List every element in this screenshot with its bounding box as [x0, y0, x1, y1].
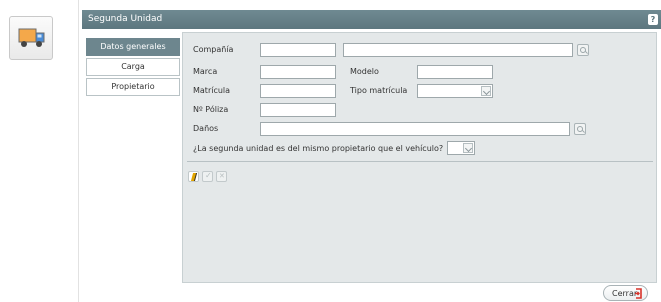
- help-icon[interactable]: ?: [648, 14, 658, 25]
- marca-label: Marca: [193, 67, 218, 76]
- modelo-label: Modelo: [350, 67, 379, 76]
- compania-code-input[interactable]: [260, 43, 336, 57]
- form-area: Compañía Marca Modelo Matrícula Tipo mat…: [182, 32, 657, 283]
- danos-label: Daños: [193, 124, 219, 133]
- exit-icon: [635, 288, 642, 299]
- matricula-input[interactable]: [260, 84, 336, 98]
- edit-icon[interactable]: [188, 171, 199, 182]
- marca-input[interactable]: [260, 65, 336, 79]
- poliza-label: Nº Póliza: [193, 105, 229, 114]
- poliza-input[interactable]: [260, 103, 336, 117]
- danos-search-icon[interactable]: [574, 123, 586, 135]
- truck-icon: [18, 28, 45, 47]
- sidebar-divider: [78, 0, 79, 302]
- compania-name-input[interactable]: [343, 43, 573, 57]
- mismo-propietario-label: ¿La segunda unidad es del mismo propieta…: [193, 144, 444, 153]
- truck-module-button[interactable]: [9, 16, 53, 60]
- tab-carga[interactable]: Carga: [86, 58, 180, 76]
- mismo-propietario-select[interactable]: [447, 141, 475, 155]
- tab-list: Datos generales Carga Propietario: [86, 38, 180, 98]
- left-sidebar: [0, 0, 75, 302]
- matricula-label: Matrícula: [193, 86, 231, 95]
- danos-input[interactable]: [260, 122, 570, 136]
- chevron-down-icon[interactable]: [481, 86, 491, 96]
- form-divider: [187, 161, 653, 162]
- cerrar-button[interactable]: Cerrar: [603, 285, 648, 301]
- window-title: Segunda Unidad: [88, 14, 163, 24]
- accept-icon[interactable]: [202, 171, 213, 182]
- cancel-icon[interactable]: [216, 171, 227, 182]
- segunda-unidad-panel: Segunda Unidad ? Datos generales Carga P…: [82, 10, 661, 302]
- tab-datos-generales[interactable]: Datos generales: [86, 38, 180, 56]
- tab-propietario[interactable]: Propietario: [86, 78, 180, 96]
- tipo-matricula-label: Tipo matrícula: [350, 86, 408, 95]
- tipo-matricula-select[interactable]: [417, 84, 493, 98]
- window-titlebar: Segunda Unidad ?: [82, 10, 661, 29]
- compania-label: Compañía: [193, 45, 234, 54]
- compania-search-icon[interactable]: [577, 44, 589, 56]
- modelo-input[interactable]: [417, 65, 493, 79]
- chevron-down-icon[interactable]: [463, 143, 473, 153]
